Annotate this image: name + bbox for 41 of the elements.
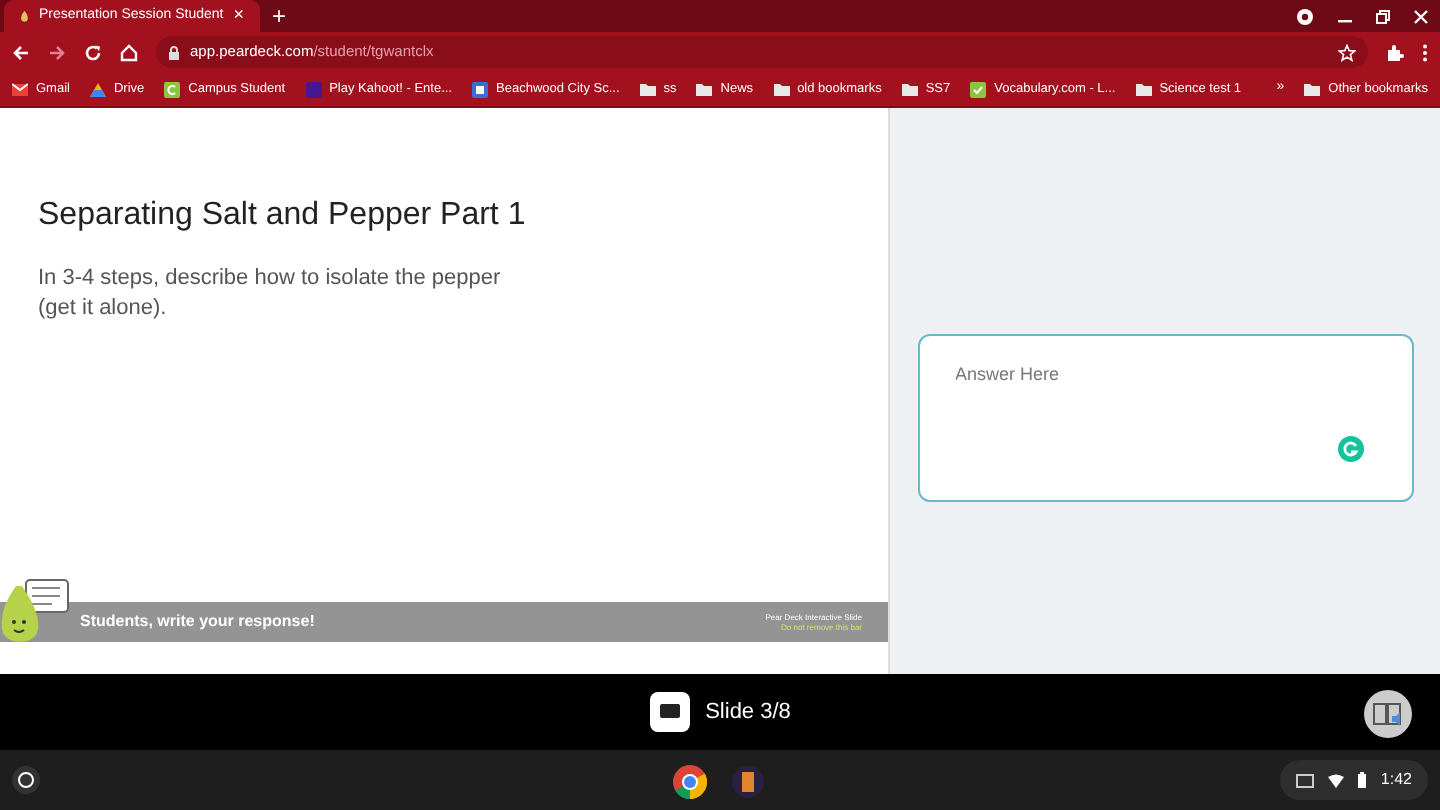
slide-prompt: In 3-4 steps, describe how to isolate the pepper (get it alone). — [38, 264, 503, 324]
campus-icon — [164, 81, 181, 97]
folder-icon — [696, 81, 713, 97]
screen-icon — [1296, 773, 1315, 787]
app-icon[interactable] — [732, 764, 764, 800]
square-icon — [305, 81, 322, 97]
new-tab-button[interactable]: + — [272, 0, 287, 34]
folder-icon — [1304, 81, 1321, 97]
status-tray[interactable]: 1:42 — [1280, 760, 1428, 800]
banner-text: Students, write your response! — [80, 610, 315, 634]
forward-icon[interactable] — [48, 43, 66, 61]
back-icon[interactable] — [12, 43, 30, 61]
lock-icon — [168, 45, 180, 59]
clock-time: 1:42 — [1380, 768, 1412, 792]
immersive-reader-icon[interactable] — [1364, 690, 1412, 738]
wifi-icon — [1328, 773, 1345, 787]
answer-input[interactable]: Answer Here — [955, 362, 1355, 389]
battery-icon — [1358, 772, 1367, 788]
slide-title: Separating Salt and Pepper Part 1 — [38, 196, 528, 236]
answer-box[interactable]: Answer Here — [917, 334, 1413, 502]
checkmark-icon — [970, 81, 987, 97]
chrome-icon[interactable] — [672, 764, 708, 800]
folder-icon — [901, 81, 918, 97]
folder-icon — [1135, 81, 1152, 97]
star-icon[interactable] — [1338, 43, 1356, 61]
home-icon[interactable] — [120, 43, 138, 61]
mail-icon — [12, 81, 28, 97]
slide-counter: Slide 3/8 — [705, 697, 791, 728]
folder-icon — [773, 81, 790, 97]
folder-icon — [639, 81, 656, 97]
record-icon[interactable] — [1296, 7, 1314, 25]
slides-icon — [649, 692, 690, 732]
puzzle-icon[interactable] — [1386, 43, 1404, 61]
tab-close-button[interactable]: × — [233, 2, 244, 30]
launcher-icon[interactable] — [12, 766, 40, 794]
triangle-icon — [89, 81, 106, 97]
site-icon — [472, 81, 489, 97]
restore-icon[interactable] — [1376, 9, 1390, 23]
close-icon[interactable] — [1414, 9, 1428, 23]
reload-icon[interactable] — [84, 43, 102, 61]
menu-icon[interactable] — [1422, 43, 1428, 61]
